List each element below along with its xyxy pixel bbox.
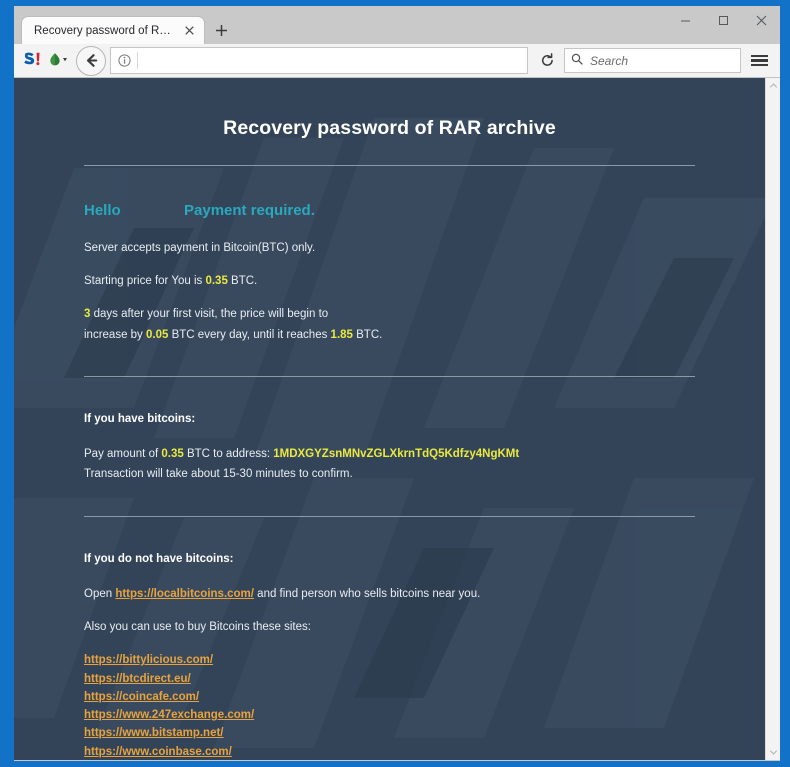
- divider-middle: [84, 375, 695, 377]
- other-sites-line: Also you can use to buy Bitcoins these s…: [84, 621, 311, 633]
- exchange-link-247exchange[interactable]: https://www.247exchange.com/: [84, 707, 254, 724]
- have-bitcoins-heading: If you have bitcoins:: [84, 412, 196, 425]
- new-tab-icon[interactable]: [208, 17, 234, 43]
- maximize-button[interactable]: [704, 6, 742, 34]
- scrollbar-thumb[interactable]: [767, 94, 779, 734]
- site-information-icon[interactable]: [111, 54, 137, 67]
- title-bar: Recovery password of RAR ar...: [14, 6, 780, 44]
- exchange-links-list: https://bittylicious.com/ https://btcdir…: [84, 652, 695, 760]
- pay-amount: 0.35: [161, 448, 184, 460]
- escalation-line-2-suffix: BTC.: [352, 328, 383, 341]
- skype-click-to-call-icon[interactable]: [22, 48, 44, 74]
- bitcoin-address-primary[interactable]: 1MDXGYZsnMNvZGLXkrnTdQ5Kdfzy4NgKMt: [273, 448, 519, 460]
- list-item: https://www.247exchange.com/: [84, 707, 695, 724]
- ransom-note-page: Recovery password of RAR archive Hello P…: [14, 78, 765, 760]
- hamburger-menu-icon[interactable]: [744, 47, 774, 75]
- open-suffix: and find person who sells bitcoins near …: [253, 587, 481, 600]
- browser-window: Recovery password of RAR ar...: [0, 0, 790, 767]
- reload-button[interactable]: [532, 48, 562, 73]
- list-item: https://btcdirect.eu/: [84, 671, 695, 688]
- list-item: https://www.bitstamp.net/: [84, 725, 695, 742]
- escalation-increase-prefix: increase by: [84, 328, 147, 341]
- exchange-link-btcdirect[interactable]: https://btcdirect.eu/: [84, 671, 191, 688]
- escalation-middle-text: BTC every day, until it reaches: [168, 328, 331, 341]
- scroll-up-icon[interactable]: [766, 78, 780, 93]
- tab-strip: Recovery password of RAR ar...: [22, 17, 234, 44]
- pay-instruction-line: Pay amount of 0.35 BTC to address: 1MDXG…: [84, 446, 695, 463]
- addon-dropdown-icon[interactable]: [44, 48, 74, 74]
- localbitcoins-line: Open https://localbitcoins.com/ and find…: [84, 586, 695, 603]
- payment-required-text: Payment required.: [184, 202, 315, 220]
- browser-chrome: Recovery password of RAR ar...: [14, 6, 780, 761]
- confirm-note: Transaction will take about 15-30 minute…: [84, 468, 353, 481]
- navigation-toolbar: Search: [14, 44, 780, 78]
- scroll-down-icon[interactable]: [766, 745, 780, 760]
- url-bar[interactable]: [110, 47, 528, 74]
- pay-middle-text: BTC to address:: [183, 448, 274, 460]
- minimize-button[interactable]: [666, 6, 704, 34]
- escalation-increment: 0.05: [146, 328, 169, 341]
- greeting-text: Hello: [84, 202, 121, 220]
- exchange-link-bitstamp[interactable]: https://www.bitstamp.net/: [84, 725, 224, 742]
- window-controls: [666, 6, 780, 34]
- back-button[interactable]: [76, 45, 106, 76]
- escalation-line-2: increase by 0.05 BTC every day, until it…: [84, 327, 695, 344]
- escalation-line-1: 3 days after your first visit, the price…: [84, 306, 695, 323]
- open-prefix: Open: [84, 587, 116, 600]
- close-tab-icon[interactable]: [182, 23, 197, 38]
- pay-prefix: Pay amount of: [84, 448, 162, 460]
- starting-price-prefix: Starting price for You is: [84, 275, 206, 287]
- search-bar[interactable]: Search: [564, 48, 741, 73]
- starting-price-suffix: BTC.: [227, 275, 258, 287]
- exchange-link-bittylicious[interactable]: https://bittylicious.com/: [84, 652, 213, 669]
- escalation-line-1-text: days after your first visit, the price w…: [90, 308, 329, 321]
- list-item: https://www.coinbase.com/: [84, 744, 695, 761]
- no-bitcoins-heading: If you do not have bitcoins:: [84, 552, 234, 565]
- divider-bottom: [84, 515, 695, 517]
- browser-tab[interactable]: Recovery password of RAR ar...: [22, 17, 204, 44]
- search-icon: [571, 52, 583, 70]
- list-item: https://coincafe.com/: [84, 689, 695, 706]
- vertical-scrollbar[interactable]: [765, 78, 780, 760]
- exchange-link-coincafe[interactable]: https://coincafe.com/: [84, 689, 199, 706]
- greeting-row: Hello Payment required.: [84, 200, 695, 223]
- page-viewport: Recovery password of RAR archive Hello P…: [14, 78, 780, 760]
- payment-method-line: Server accepts payment in Bitcoin(BTC) o…: [84, 240, 695, 257]
- starting-price-amount: 0.35: [205, 275, 228, 287]
- ransom-note-content: Recovery password of RAR archive Hello P…: [14, 78, 765, 760]
- escalation-max-amount: 1.85: [330, 328, 353, 341]
- tab-title: Recovery password of RAR ar...: [34, 24, 174, 37]
- close-window-button[interactable]: [742, 6, 780, 34]
- divider-top: [84, 165, 695, 167]
- url-text[interactable]: [137, 52, 527, 69]
- localbitcoins-link[interactable]: https://localbitcoins.com/: [115, 588, 254, 600]
- exchange-link-coinbase[interactable]: https://www.coinbase.com/: [84, 744, 232, 761]
- list-item: https://bittylicious.com/: [84, 652, 695, 669]
- starting-price-line: Starting price for You is 0.35 BTC.: [84, 273, 695, 290]
- search-input-placeholder[interactable]: Search: [590, 54, 628, 68]
- payment-method-text: Server accepts payment in Bitcoin(BTC) o…: [84, 241, 316, 254]
- page-title: Recovery password of RAR archive: [223, 117, 556, 139]
